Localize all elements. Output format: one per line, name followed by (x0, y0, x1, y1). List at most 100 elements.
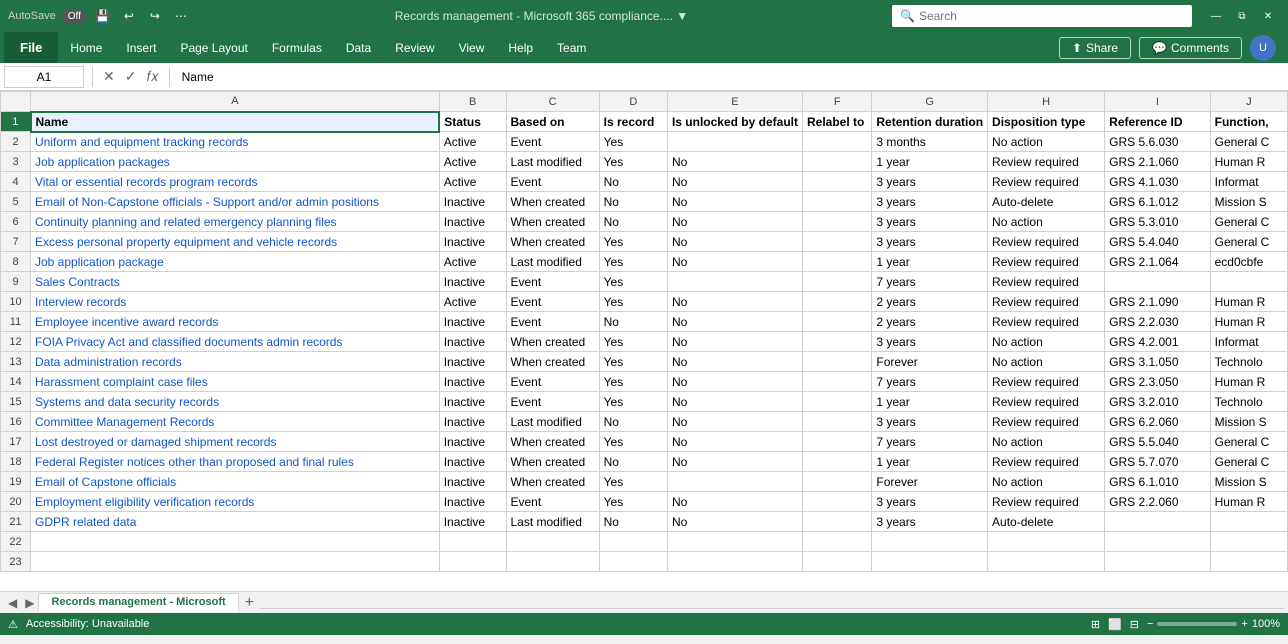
table-cell[interactable]: Federal Register notices other than prop… (31, 452, 440, 472)
table-cell[interactable]: Systems and data security records (31, 392, 440, 412)
table-cell[interactable]: 3 years (872, 192, 988, 212)
row-number[interactable]: 20 (1, 492, 31, 512)
table-cell[interactable] (1105, 272, 1210, 292)
table-cell[interactable]: No (667, 492, 802, 512)
col-header-j[interactable]: J (1210, 92, 1287, 112)
table-cell[interactable]: Committee Management Records (31, 412, 440, 432)
table-cell[interactable]: Job application package (31, 252, 440, 272)
row-number[interactable]: 4 (1, 172, 31, 192)
table-cell[interactable]: No (667, 352, 802, 372)
table-cell[interactable] (802, 552, 871, 572)
table-cell[interactable]: Last modified (506, 252, 599, 272)
table-cell[interactable]: GDPR related data (31, 512, 440, 532)
table-cell[interactable]: Last modified (506, 412, 599, 432)
table-cell[interactable] (599, 552, 667, 572)
table-cell[interactable]: Yes (599, 332, 667, 352)
table-cell[interactable]: ecd0cbfe (1210, 252, 1287, 272)
table-cell[interactable] (1210, 272, 1287, 292)
table-cell[interactable]: No (599, 192, 667, 212)
table-cell[interactable]: Email of Non-Capstone officials - Suppor… (31, 192, 440, 212)
redo-icon[interactable]: ↪ (145, 6, 165, 26)
table-cell[interactable]: No (667, 292, 802, 312)
table-cell[interactable]: GRS 5.5.040 (1105, 432, 1210, 452)
table-cell[interactable]: Harassment complaint case files (31, 372, 440, 392)
table-cell[interactable] (506, 532, 599, 552)
table-cell[interactable]: No (667, 232, 802, 252)
autosave-toggle[interactable]: Off (62, 10, 87, 23)
table-cell[interactable] (667, 132, 802, 152)
table-cell[interactable]: Technolo (1210, 352, 1287, 372)
table-cell[interactable] (802, 152, 871, 172)
row-number[interactable]: 2 (1, 132, 31, 152)
table-cell[interactable]: No (667, 152, 802, 172)
table-cell[interactable]: Vital or essential records program recor… (31, 172, 440, 192)
table-cell[interactable]: GRS 6.1.010 (1105, 472, 1210, 492)
table-cell[interactable]: GRS 5.4.040 (1105, 232, 1210, 252)
search-input[interactable] (919, 9, 1184, 23)
table-cell[interactable]: Technolo (1210, 392, 1287, 412)
table-cell[interactable]: Excess personal property equipment and v… (31, 232, 440, 252)
undo-icon[interactable]: ↩ (119, 6, 139, 26)
table-cell[interactable]: Yes (599, 372, 667, 392)
col-header-a[interactable]: A (31, 92, 440, 112)
table-cell[interactable]: Review required (988, 452, 1105, 472)
row-number[interactable]: 14 (1, 372, 31, 392)
table-cell[interactable] (988, 552, 1105, 572)
table-cell[interactable]: No (667, 212, 802, 232)
tab-file[interactable]: File (4, 32, 58, 63)
table-cell[interactable]: When created (506, 212, 599, 232)
table-cell[interactable]: 3 years (872, 212, 988, 232)
table-cell[interactable] (439, 532, 506, 552)
table-cell[interactable]: Active (439, 132, 506, 152)
table-cell[interactable]: Event (506, 172, 599, 192)
table-cell[interactable]: Human R (1210, 372, 1287, 392)
table-cell[interactable]: Yes (599, 252, 667, 272)
formula-content[interactable]: Name (178, 68, 1284, 86)
table-cell[interactable] (1105, 552, 1210, 572)
table-cell[interactable]: Yes (599, 492, 667, 512)
view-normal-icon[interactable]: ⊞ (1091, 618, 1100, 631)
table-cell[interactable]: Event (506, 372, 599, 392)
header-cell[interactable]: Reference ID (1105, 112, 1210, 132)
table-cell[interactable]: Forever (872, 472, 988, 492)
table-cell[interactable]: Last modified (506, 152, 599, 172)
col-header-e[interactable]: E (667, 92, 802, 112)
table-cell[interactable]: Review required (988, 312, 1105, 332)
table-cell[interactable]: Event (506, 272, 599, 292)
table-cell[interactable]: Sales Contracts (31, 272, 440, 292)
table-cell[interactable] (667, 272, 802, 292)
table-cell[interactable]: Active (439, 152, 506, 172)
table-cell[interactable]: Auto-delete (988, 192, 1105, 212)
tab-view[interactable]: View (447, 33, 497, 63)
row-number[interactable]: 18 (1, 452, 31, 472)
table-cell[interactable]: GRS 2.3.050 (1105, 372, 1210, 392)
table-cell[interactable]: Last modified (506, 512, 599, 532)
table-cell[interactable]: 7 years (872, 372, 988, 392)
table-cell[interactable]: General C (1210, 452, 1287, 472)
table-cell[interactable]: No (599, 212, 667, 232)
table-cell[interactable]: Inactive (439, 392, 506, 412)
header-cell[interactable]: Function, (1210, 112, 1287, 132)
table-cell[interactable]: Email of Capstone officials (31, 472, 440, 492)
table-cell[interactable] (1105, 532, 1210, 552)
table-cell[interactable]: Interview records (31, 292, 440, 312)
table-cell[interactable] (802, 512, 871, 532)
table-cell[interactable]: 3 years (872, 232, 988, 252)
table-cell[interactable]: No (599, 412, 667, 432)
table-cell[interactable]: Event (506, 312, 599, 332)
table-cell[interactable]: Inactive (439, 472, 506, 492)
table-cell[interactable]: Event (506, 292, 599, 312)
table-cell[interactable] (667, 472, 802, 492)
row-number[interactable]: 23 (1, 552, 31, 572)
table-cell[interactable]: Yes (599, 472, 667, 492)
table-cell[interactable]: Informat (1210, 332, 1287, 352)
tab-team[interactable]: Team (545, 33, 598, 63)
table-cell[interactable]: Review required (988, 392, 1105, 412)
table-cell[interactable]: Event (506, 132, 599, 152)
table-cell[interactable] (872, 552, 988, 572)
table-cell[interactable]: No (667, 372, 802, 392)
table-cell[interactable]: No action (988, 472, 1105, 492)
header-cell[interactable]: Name (31, 112, 440, 132)
header-cell[interactable]: Disposition type (988, 112, 1105, 132)
table-cell[interactable]: Event (506, 492, 599, 512)
